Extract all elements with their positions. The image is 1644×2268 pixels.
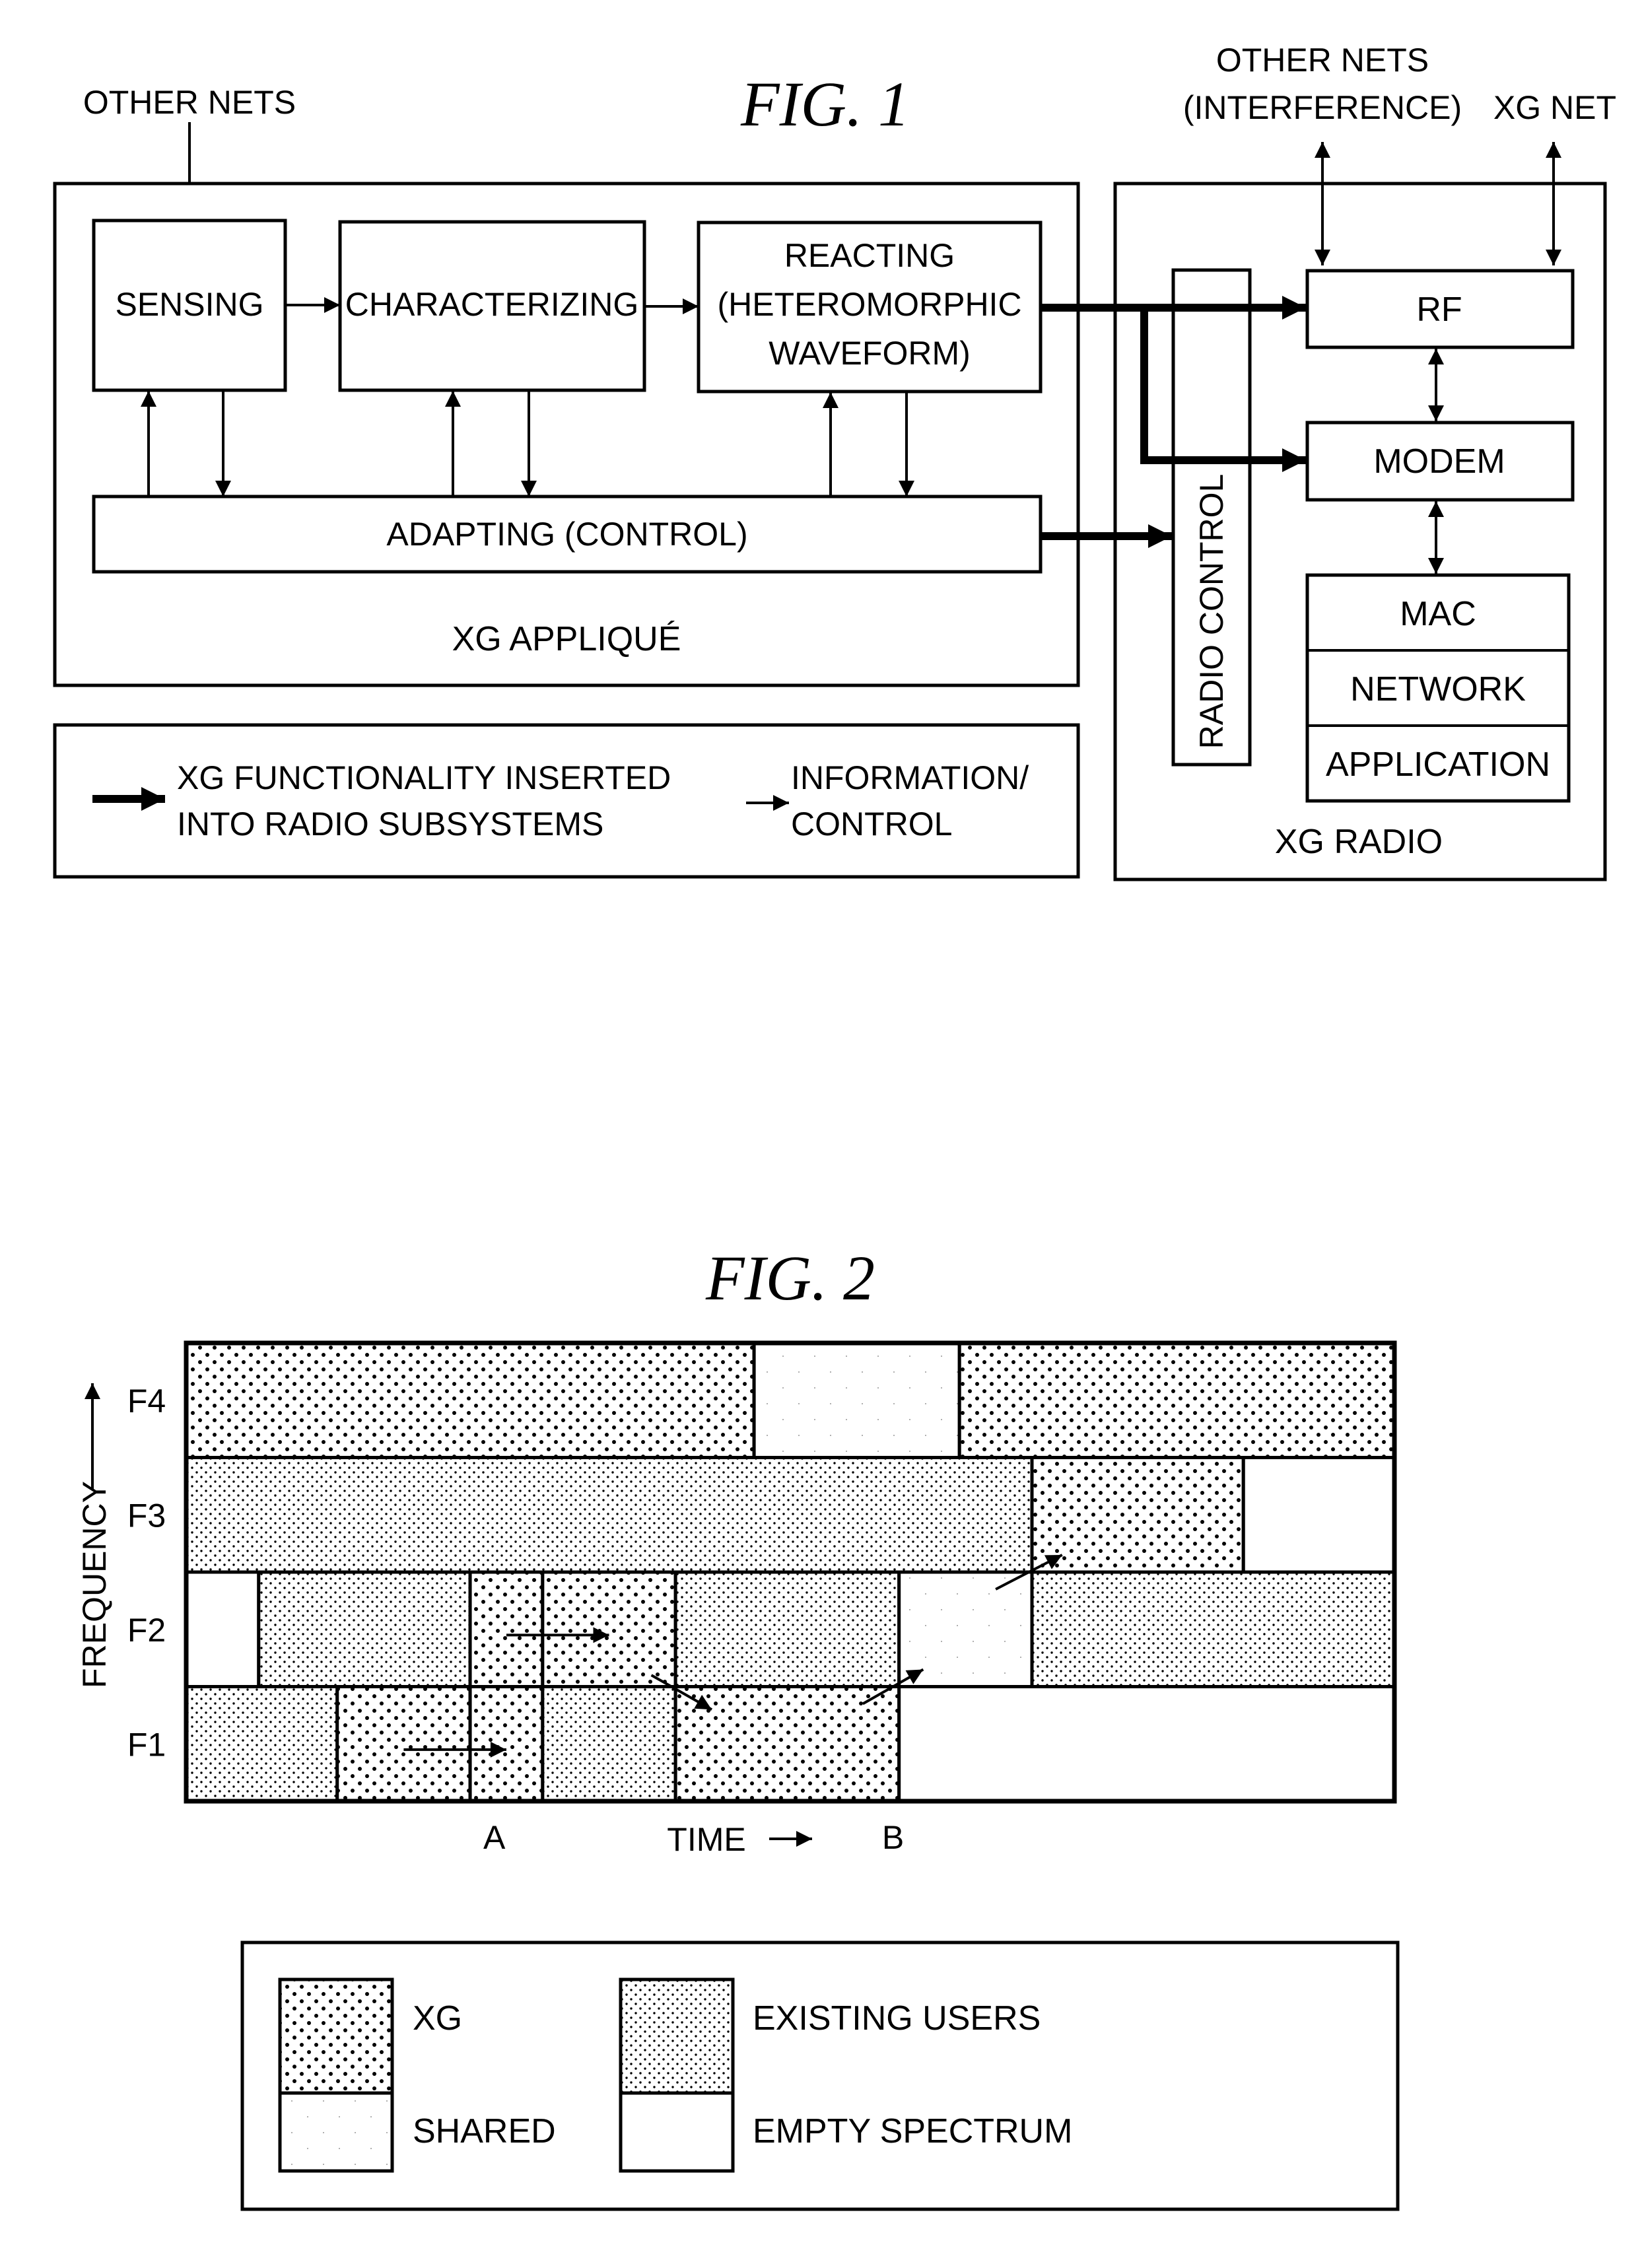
adapting-label: ADAPTING (CONTROL) — [386, 516, 747, 553]
legend-swatch-xg — [278, 1977, 394, 2095]
reacting-label-line2: (HETEROMORPHIC — [717, 286, 1021, 323]
reacting-label-line3: WAVEFORM) — [769, 335, 971, 372]
spectrum-cell-f2-xg — [541, 1570, 677, 1688]
xg-net-label: XG NET — [1493, 89, 1616, 126]
legend-thick-arrow-line1: XG FUNCTIONALITY INSERTED — [177, 759, 671, 796]
spectrum-cell-f1-xg — [335, 1685, 472, 1803]
fig2-legend-box — [240, 1941, 1400, 2211]
legend-thin-arrow-line1: INFORMATION/ — [791, 759, 1029, 796]
time-axis-label: TIME — [667, 1821, 745, 1858]
legend-swatch-existing-users — [619, 1977, 735, 2095]
spectrum-cell-f2-shared — [897, 1570, 1034, 1688]
spectrum-cell-f4-xg — [957, 1341, 1396, 1459]
time-marker-a: A — [483, 1819, 506, 1856]
rf-label: RF — [1416, 291, 1462, 329]
figure-1: FIG. 1 OTHER NETS XG APPLIQUÉ SENSING CH… — [53, 42, 1616, 881]
spectrum-cell-f1-xg — [468, 1685, 545, 1803]
fig1-title: FIG. 1 — [740, 69, 910, 139]
spectrum-cell-f3-existing — [184, 1456, 1034, 1574]
spectrum-cell-f3-empty — [1241, 1456, 1396, 1574]
legend-swatch-shared — [278, 2091, 394, 2173]
row-label-f1: F1 — [127, 1726, 166, 1763]
reacting-label-line1: REACTING — [784, 237, 955, 274]
stack-network-label[interactable]: NETWORK — [1350, 670, 1526, 708]
spectrum-cell-f2-existing — [1030, 1570, 1396, 1688]
radio-control-label: RADIO CONTROL — [1193, 474, 1230, 749]
patent-drawing-sheet: FIG. 1 OTHER NETS XG APPLIQUÉ SENSING CH… — [53, 42, 1616, 2211]
xg-radio-label: XG RADIO — [1275, 823, 1443, 861]
time-marker-b: B — [882, 1819, 904, 1856]
row-label-f3: F3 — [127, 1497, 166, 1534]
legend-thin-arrow-line2: CONTROL — [791, 806, 952, 842]
legend-label-shared: SHARED — [413, 2112, 556, 2150]
stack-application-label[interactable]: APPLICATION — [1326, 745, 1550, 784]
modem-label: MODEM — [1373, 442, 1505, 481]
figure-2: FIG. 2 FREQUENCY F4 F3 F2 F1 A B TIME XG EX… — [76, 1243, 1400, 2211]
spectrum-cell-f1-existing — [184, 1685, 339, 1803]
spectrum-cell-f2-existing — [257, 1570, 472, 1688]
frequency-axis-label: FREQUENCY — [76, 1481, 113, 1688]
fig1-legend-box — [53, 723, 1080, 879]
stack-mac-label[interactable]: MAC — [1400, 595, 1476, 633]
legend-swatch-empty-spectrum — [619, 2091, 735, 2173]
other-nets-label: OTHER NETS — [83, 84, 296, 121]
characterizing-label: CHARACTERIZING — [345, 286, 638, 323]
sensing-label: SENSING — [115, 286, 263, 323]
fig2-title: FIG. 2 — [705, 1243, 875, 1313]
xg-applique-label: XG APPLIQUÉ — [452, 620, 681, 658]
row-label-f4: F4 — [127, 1383, 166, 1420]
other-nets-interference-line1: OTHER NETS — [1216, 42, 1429, 79]
legend-label-empty-spectrum: EMPTY SPECTRUM — [753, 2112, 1072, 2150]
spectrum-cell-f4-shared — [752, 1341, 961, 1459]
spectrum-cell-f3-xg — [1030, 1456, 1245, 1574]
spectrum-cell-f1-existing — [541, 1685, 677, 1803]
spectrum-cell-f2-xg — [468, 1570, 545, 1688]
row-label-f2: F2 — [127, 1612, 166, 1649]
spectrum-cell-f1-empty — [897, 1685, 1396, 1803]
spectrum-cell-f2-existing — [673, 1570, 901, 1688]
legend-label-xg: XG — [413, 1999, 462, 2038]
other-nets-interference-line2: (INTERFERENCE) — [1183, 89, 1462, 126]
spectrum-cell-f4-xg — [184, 1341, 756, 1459]
spectrum-cell-f1-xg — [673, 1685, 901, 1803]
spectrum-cells — [184, 1341, 1396, 1803]
frequency-row-labels: F4 F3 F2 F1 — [127, 1383, 166, 1764]
spectrum-cell-f2-empty — [184, 1570, 261, 1688]
legend-thick-arrow-line2: INTO RADIO SUBSYSTEMS — [177, 806, 603, 842]
legend-label-existing-users: EXISTING USERS — [753, 1999, 1041, 2038]
